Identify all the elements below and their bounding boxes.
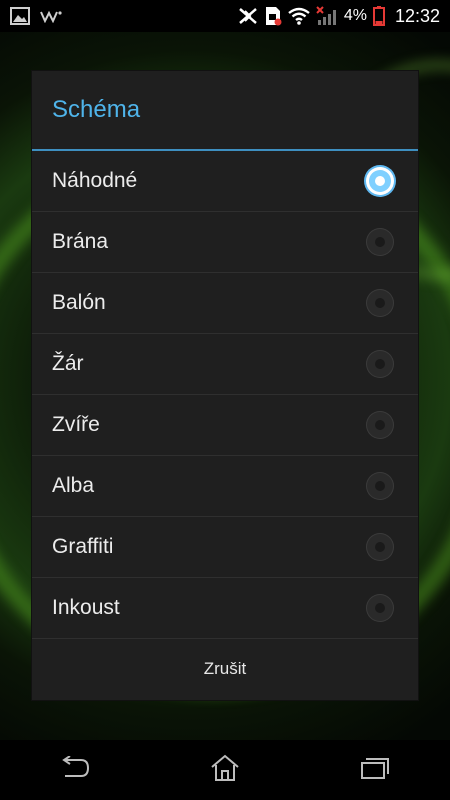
option-label: Inkoust bbox=[52, 596, 120, 619]
option-label: Brána bbox=[52, 230, 109, 253]
option-label: Graffiti bbox=[52, 535, 114, 558]
option-alba[interactable]: Alba bbox=[32, 456, 418, 517]
home-button[interactable] bbox=[185, 745, 265, 795]
option-label: Balón bbox=[52, 291, 106, 314]
radio-button[interactable] bbox=[366, 228, 394, 256]
recent-apps-button[interactable] bbox=[335, 745, 415, 795]
option-graffiti[interactable]: Graffiti bbox=[32, 517, 418, 578]
sim-icon bbox=[264, 6, 282, 26]
option-brana[interactable]: Brána bbox=[32, 212, 418, 273]
option-balon[interactable]: Balón bbox=[32, 273, 418, 334]
cancel-button[interactable]: Zrušit bbox=[32, 639, 418, 699]
radio-button-selected[interactable] bbox=[366, 167, 394, 195]
radio-button[interactable] bbox=[366, 472, 394, 500]
signal-icon bbox=[316, 6, 338, 26]
radio-button[interactable] bbox=[366, 411, 394, 439]
radio-button[interactable] bbox=[366, 350, 394, 378]
option-nahodne[interactable]: Náhodné bbox=[32, 151, 418, 212]
screen: 4% 12:32 Schéma Náhodné Brána Balón Žár … bbox=[0, 0, 450, 800]
battery-icon bbox=[372, 6, 385, 26]
home-icon bbox=[210, 754, 240, 787]
gallery-icon bbox=[10, 7, 30, 25]
back-icon bbox=[59, 754, 91, 785]
option-label: Zvíře bbox=[52, 413, 100, 436]
option-zvire[interactable]: Zvíře bbox=[32, 395, 418, 456]
option-inkoust[interactable]: Inkoust bbox=[32, 578, 418, 639]
option-label: Alba bbox=[52, 474, 95, 497]
option-zar[interactable]: Žár bbox=[32, 334, 418, 395]
radio-button[interactable] bbox=[366, 533, 394, 561]
option-label: Náhodné bbox=[52, 169, 138, 192]
walkman-icon bbox=[40, 9, 62, 23]
status-bar: 4% 12:32 bbox=[0, 0, 450, 32]
scheme-dialog: Schéma Náhodné Brána Balón Žár Zvíře Alb… bbox=[32, 71, 418, 700]
option-list: Náhodné Brána Balón Žár Zvíře Alba Graff… bbox=[32, 151, 418, 639]
radio-button[interactable] bbox=[366, 594, 394, 622]
battery-percent: 4% bbox=[343, 7, 367, 24]
radio-button[interactable] bbox=[366, 289, 394, 317]
back-button[interactable] bbox=[35, 745, 115, 795]
recent-apps-icon bbox=[360, 756, 390, 785]
wifi-icon bbox=[288, 7, 310, 25]
option-label: Žár bbox=[52, 352, 84, 375]
bluetooth-icon bbox=[238, 6, 258, 26]
clock: 12:32 bbox=[394, 5, 440, 26]
navigation-bar bbox=[0, 740, 450, 800]
dialog-title: Schéma bbox=[32, 71, 418, 151]
